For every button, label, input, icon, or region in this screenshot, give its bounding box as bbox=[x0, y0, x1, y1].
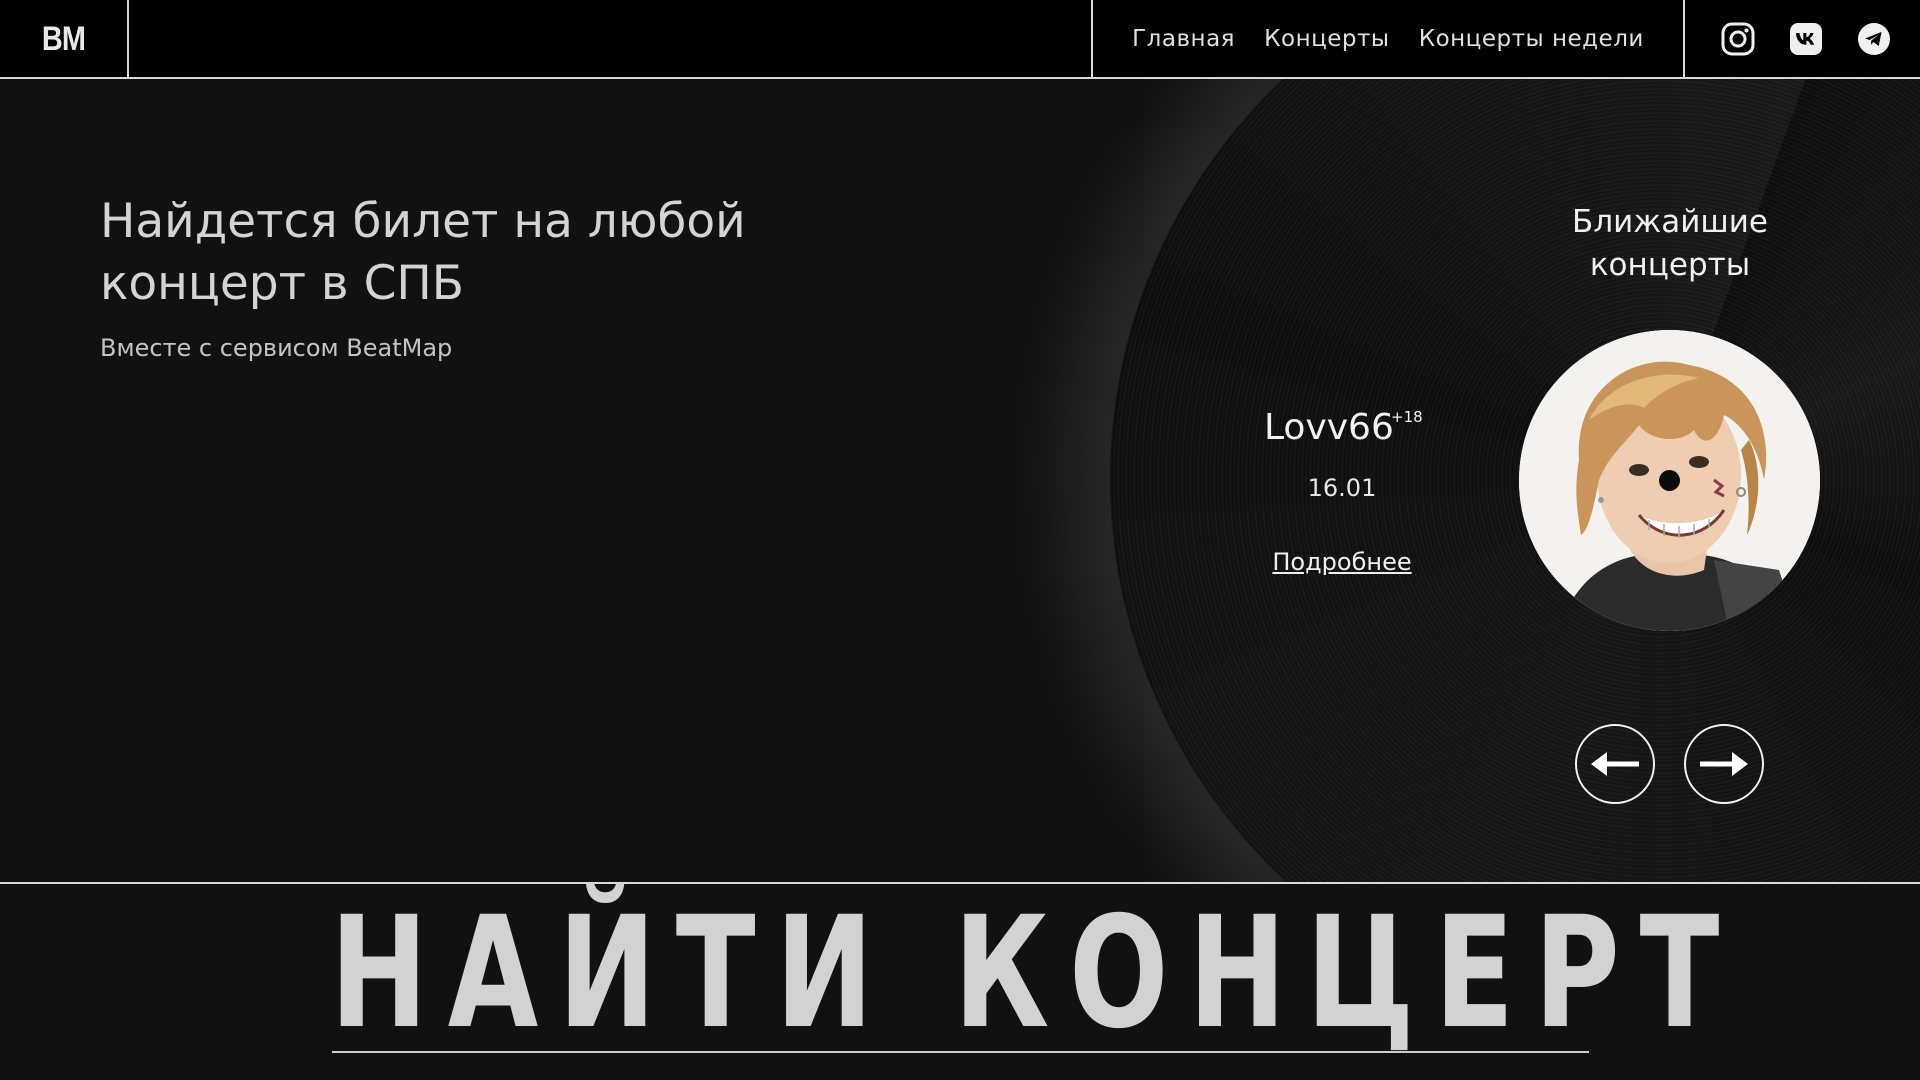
find-concert-bar: НАЙТИ КОНЦЕРТ bbox=[0, 882, 1920, 1080]
prev-concert-button[interactable] bbox=[1575, 724, 1655, 804]
telegram-icon[interactable] bbox=[1856, 21, 1892, 57]
main-nav: Главная Концерты Концерты недели bbox=[1091, 0, 1685, 78]
artist-name: Lovv66 bbox=[1264, 407, 1394, 448]
hero-subline: Вместе с сервисом BeatMap bbox=[100, 334, 453, 362]
social-links bbox=[1700, 0, 1920, 78]
nav-link-week-concerts[interactable]: Концерты недели bbox=[1419, 26, 1644, 52]
top-header: BM Главная Концерты Концерты недели bbox=[0, 0, 1920, 79]
nav-link-concerts[interactable]: Концерты bbox=[1264, 26, 1389, 52]
more-link[interactable]: Подробнее bbox=[1262, 548, 1422, 576]
logo[interactable]: BM bbox=[42, 20, 86, 59]
instagram-icon[interactable] bbox=[1720, 21, 1756, 57]
age-rating-badge: +18 bbox=[1391, 408, 1423, 426]
cta-underline bbox=[332, 1051, 1589, 1053]
arrow-left-icon bbox=[1591, 752, 1639, 776]
record-spindle bbox=[1659, 470, 1680, 491]
nav-link-home[interactable]: Главная bbox=[1132, 26, 1235, 52]
hero-headline: Найдется билет на любой концерт в СПБ bbox=[100, 194, 746, 311]
upcoming-title: Ближайшие концерты bbox=[1572, 204, 1768, 283]
hero-section: Найдется билет на любой концерт в СПБ Вм… bbox=[0, 79, 1920, 882]
next-concert-button[interactable] bbox=[1684, 724, 1764, 804]
vk-icon[interactable] bbox=[1788, 21, 1824, 57]
logo-cell[interactable]: BM bbox=[0, 0, 129, 78]
arrow-right-icon bbox=[1700, 752, 1748, 776]
concert-date: 16.01 bbox=[1307, 474, 1377, 502]
find-concert-link[interactable]: НАЙТИ КОНЦЕРТ bbox=[330, 897, 1719, 1051]
